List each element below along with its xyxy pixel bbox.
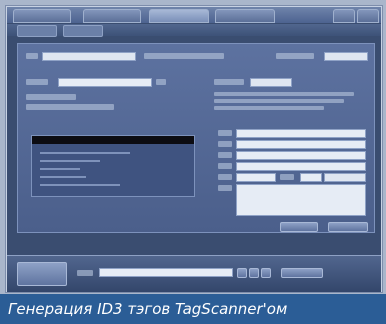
tab-2[interactable] [83,9,141,23]
mask-list [31,135,195,197]
field-label [218,152,232,158]
field-label [218,174,232,180]
tag-field[interactable] [236,129,366,138]
list-header [32,136,194,144]
label [156,79,166,85]
tag-field[interactable] [236,151,366,160]
tab-5[interactable] [333,9,355,23]
nav-button[interactable] [237,268,247,278]
main-tab-bar [7,7,381,23]
label [144,53,224,59]
hint-text [214,106,324,110]
large-button[interactable] [17,262,67,286]
screenshot-frame: Генерация ID3 тэгов TagScanner'ом [0,0,386,324]
list-item[interactable] [40,160,100,162]
field-label [280,174,294,180]
sub-tab-bar [7,24,381,37]
tag-field[interactable] [236,162,366,171]
case-select[interactable] [250,78,292,87]
tab-1[interactable] [13,9,71,23]
tab-4[interactable] [215,9,275,23]
field-label [218,141,232,147]
comment-field[interactable] [236,184,366,216]
field-label [218,185,232,191]
hint-text [214,92,354,96]
tab-3-active[interactable] [149,9,209,23]
tag-field[interactable] [236,173,276,182]
nav-button[interactable] [261,268,271,278]
genre-select[interactable] [324,173,366,182]
input-field[interactable] [58,78,152,87]
browse-button[interactable] [281,268,323,278]
checkbox-label[interactable] [26,104,114,110]
checkbox-label[interactable] [26,94,76,100]
subtab-1[interactable] [17,25,57,37]
status-bar [7,255,381,292]
list-item[interactable] [40,152,130,154]
list-item[interactable] [40,184,120,186]
tag-field[interactable] [300,173,322,182]
app-window [6,6,382,292]
label [276,53,314,59]
subtab-2[interactable] [63,25,103,37]
format-select[interactable] [42,52,136,61]
caption-text: Генерация ID3 тэгов TagScanner'ом [8,300,288,318]
label [26,53,38,59]
list-item[interactable] [40,176,86,178]
tag-field[interactable] [236,140,366,149]
action-button[interactable] [328,222,368,232]
field-label [218,130,232,136]
hint-text [214,99,344,103]
label [26,79,48,85]
tab-6[interactable] [357,9,379,23]
path-label [77,270,93,276]
path-input[interactable] [99,268,233,277]
nav-button[interactable] [249,268,259,278]
caption-bar: Генерация ID3 тэгов TagScanner'ом [0,294,386,324]
field-label [218,163,232,169]
label [214,79,244,85]
list-item[interactable] [40,168,80,170]
option-select[interactable] [324,52,368,61]
action-button[interactable] [280,222,318,232]
